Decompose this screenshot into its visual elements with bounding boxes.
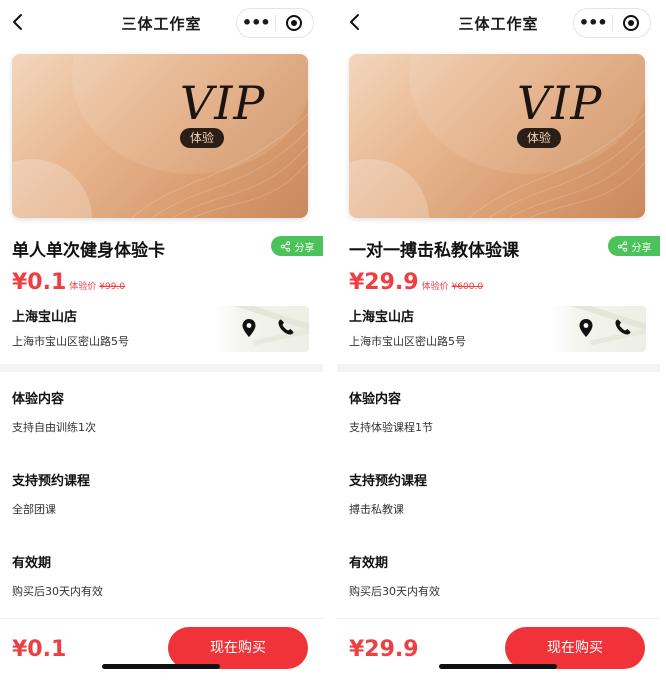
trial-price: ¥0.1 (12, 270, 67, 295)
trial-price-label: 体验价 (421, 282, 449, 292)
section-title-courses: 支持预约课程 (349, 474, 428, 489)
store-name: 上海宝山店 (12, 310, 78, 325)
section-title-validity: 有效期 (349, 556, 389, 571)
trial-badge: 体验 (517, 128, 561, 148)
original-price: ¥600.0 (451, 282, 484, 292)
section-divider (0, 364, 323, 372)
share-label: 分享 (294, 242, 315, 254)
share-icon (280, 240, 290, 252)
more-dots-icon[interactable]: ••• (574, 9, 612, 37)
product-title: 单人单次健身体验卡 (12, 241, 165, 261)
section-text-content: 支持体验课程1节 (349, 421, 433, 434)
map-thumbnail[interactable] (550, 306, 646, 352)
more-dots-icon[interactable]: ••• (237, 9, 275, 37)
share-label: 分享 (631, 242, 652, 254)
buy-now-button[interactable]: 现在购买 (505, 627, 645, 669)
vip-text: VIP (517, 76, 603, 130)
screen-single-session: 三体工作室 ••• VIP 体验 单人单次健身体验卡 分享 ¥0.1 体验价 ¥… (0, 0, 323, 682)
section-text-courses: 全部团课 (12, 503, 56, 516)
home-indicator[interactable] (439, 664, 557, 669)
section-title-courses: 支持预约课程 (12, 474, 91, 489)
location-pin-icon[interactable] (578, 318, 594, 338)
store-name: 上海宝山店 (349, 310, 415, 325)
bottom-price: ¥0.1 (12, 637, 67, 662)
bottom-bar: ¥0.1 现在购买 (0, 618, 323, 682)
map-thumbnail[interactable] (213, 306, 309, 352)
buy-now-button[interactable]: 现在购买 (168, 627, 308, 669)
bottom-price: ¥29.9 (349, 637, 419, 662)
bottom-bar: ¥29.9 现在购买 (337, 618, 660, 682)
section-title-content: 体验内容 (349, 392, 402, 407)
share-button[interactable]: 分享 (608, 236, 660, 256)
share-button[interactable]: 分享 (271, 236, 323, 256)
trial-price-label: 体验价 (69, 282, 97, 292)
screen-gap (323, 0, 337, 682)
target-circle-icon[interactable] (612, 15, 650, 31)
section-text-content: 支持自由训练1次 (12, 421, 96, 434)
screens-container: 三体工作室 ••• VIP 体验 单人单次健身体验卡 分享 ¥0.1 体验价 ¥… (0, 0, 666, 682)
section-text-validity: 购买后30天内有效 (349, 585, 440, 598)
section-divider (337, 364, 660, 372)
section-text-validity: 购买后30天内有效 (12, 585, 103, 598)
nav-bar: 三体工作室 ••• (337, 0, 660, 44)
home-indicator[interactable] (102, 664, 220, 669)
price-row: ¥29.9 体验价 ¥600.0 (349, 270, 483, 295)
price-row: ¥0.1 体验价 ¥99.0 (12, 270, 125, 295)
mini-program-capsule: ••• (573, 8, 651, 38)
trial-price: ¥29.9 (349, 270, 419, 295)
mini-program-capsule: ••• (236, 8, 314, 38)
section-title-content: 体验内容 (12, 392, 65, 407)
product-title: 一对一搏击私教体验课 (349, 241, 519, 261)
trial-badge: 体验 (180, 128, 224, 148)
nav-bar: 三体工作室 ••• (0, 0, 323, 44)
phone-icon[interactable] (277, 318, 295, 336)
vip-card: VIP 体验 (12, 54, 308, 218)
phone-icon[interactable] (614, 318, 632, 336)
section-title-validity: 有效期 (12, 556, 52, 571)
store-address: 上海市宝山区密山路5号 (12, 335, 129, 348)
section-text-courses: 搏击私教课 (349, 503, 404, 516)
original-price: ¥99.0 (99, 282, 126, 292)
screen-boxing-lesson: 三体工作室 ••• VIP 体验 一对一搏击私教体验课 分享 ¥29.9 体验价… (337, 0, 660, 682)
target-circle-icon[interactable] (275, 15, 313, 31)
share-icon (617, 240, 627, 252)
store-address: 上海市宝山区密山路5号 (349, 335, 466, 348)
vip-text: VIP (180, 76, 266, 130)
location-pin-icon[interactable] (241, 318, 257, 338)
vip-card: VIP 体验 (349, 54, 645, 218)
